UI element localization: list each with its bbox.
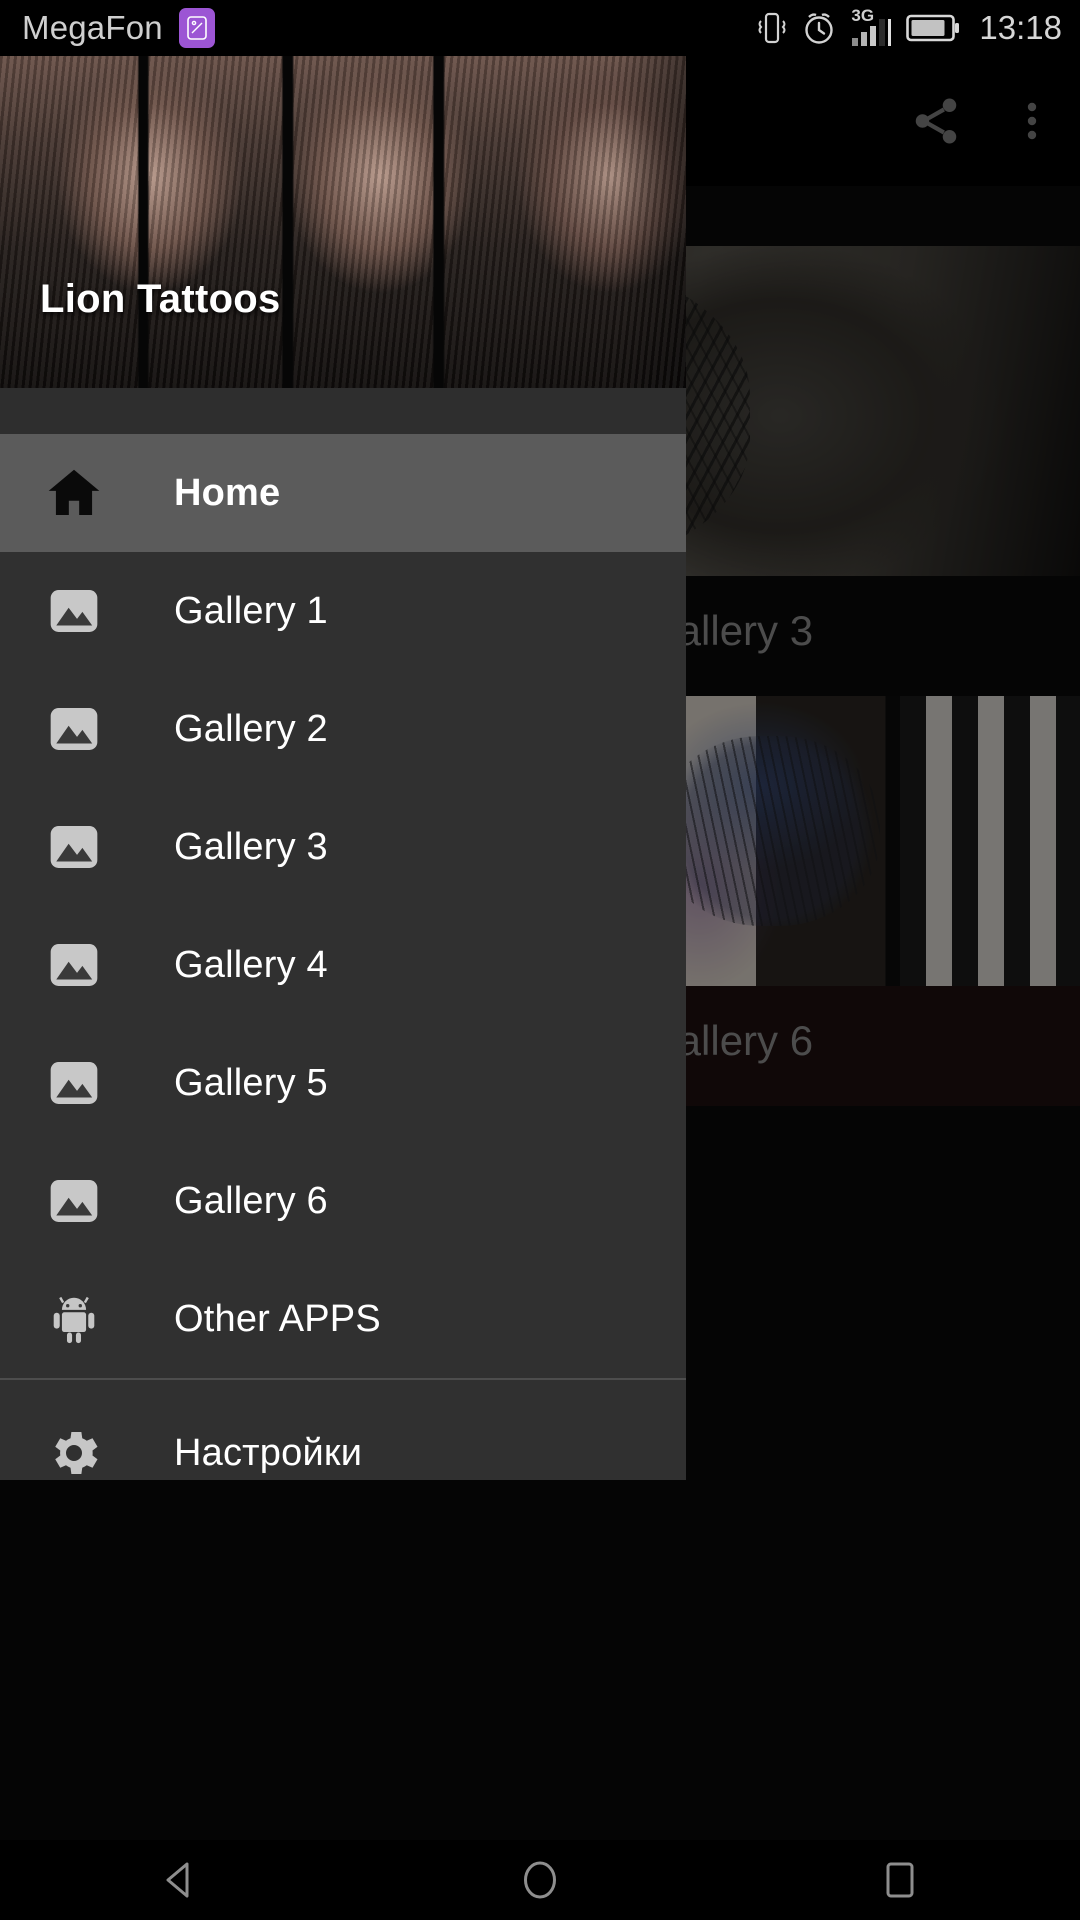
status-icons-group: 3G 13:18 (755, 6, 1062, 48)
signal-bars-icon: 3G (849, 6, 895, 48)
image-icon (36, 583, 112, 639)
status-bar: MegaFon 3G 13:18 (0, 0, 1080, 56)
android-icon (36, 1290, 112, 1348)
drawer-header-spacer (0, 388, 686, 434)
drawer-footer-spacer (0, 1380, 686, 1394)
drawer-item-label: Home (174, 471, 281, 514)
vibrate-icon (755, 9, 789, 47)
drawer-item-label: Gallery 2 (174, 707, 328, 750)
image-icon (36, 701, 112, 757)
home-circle-icon[interactable] (440, 1840, 640, 1920)
carrier-label: MegaFon (22, 9, 163, 46)
drawer-item-gallery-5[interactable]: Gallery 5 (0, 1024, 686, 1142)
battery-icon (906, 12, 960, 44)
drawer-item-gallery-4[interactable]: Gallery 4 (0, 906, 686, 1024)
back-triangle-icon[interactable] (80, 1840, 280, 1920)
drawer-item-gallery-2[interactable]: Gallery 2 (0, 670, 686, 788)
drawer-header-title: Lion Tattoos (40, 277, 281, 321)
alarm-clock-icon (800, 9, 838, 47)
system-navigation-bar (0, 1840, 1080, 1920)
drawer-item-label: Other APPS (174, 1297, 381, 1340)
image-icon (36, 819, 112, 875)
navigation-drawer: Lion Tattoos Home Gallery 1 Gallery 2 Ga… (0, 56, 686, 1480)
drawer-item-label: Gallery 3 (174, 825, 328, 868)
image-icon (36, 1173, 112, 1229)
home-icon (36, 462, 112, 524)
drawer-item-label: Gallery 6 (174, 1179, 328, 1222)
drawer-item-gallery-1[interactable]: Gallery 1 (0, 552, 686, 670)
drawer-item-label: Gallery 4 (174, 943, 328, 986)
drawer-item-other-apps[interactable]: Other APPS (0, 1260, 686, 1378)
drawer-item-settings[interactable]: Настройки (0, 1394, 686, 1480)
drawer-header-image (0, 56, 686, 388)
drawer-item-home[interactable]: Home (0, 434, 686, 552)
drawer-item-label: Gallery 1 (174, 589, 328, 632)
gear-icon (36, 1423, 112, 1480)
drawer-item-label: Настройки (174, 1431, 363, 1474)
image-icon (36, 937, 112, 993)
clock-label: 13:18 (979, 9, 1062, 46)
sim-card-icon (178, 8, 215, 48)
drawer-header: Lion Tattoos (0, 56, 686, 388)
recents-square-icon[interactable] (800, 1840, 1000, 1920)
drawer-item-label: Gallery 5 (174, 1061, 328, 1104)
drawer-menu-list: Home Gallery 1 Gallery 2 Gallery 3 Galle… (0, 434, 686, 1480)
image-icon (36, 1055, 112, 1111)
drawer-item-gallery-6[interactable]: Gallery 6 (0, 1142, 686, 1260)
drawer-item-gallery-3[interactable]: Gallery 3 (0, 788, 686, 906)
phone-screen: Gallery 3 Gallery 6 Lion Tattoos Home Ga… (0, 0, 1080, 1920)
